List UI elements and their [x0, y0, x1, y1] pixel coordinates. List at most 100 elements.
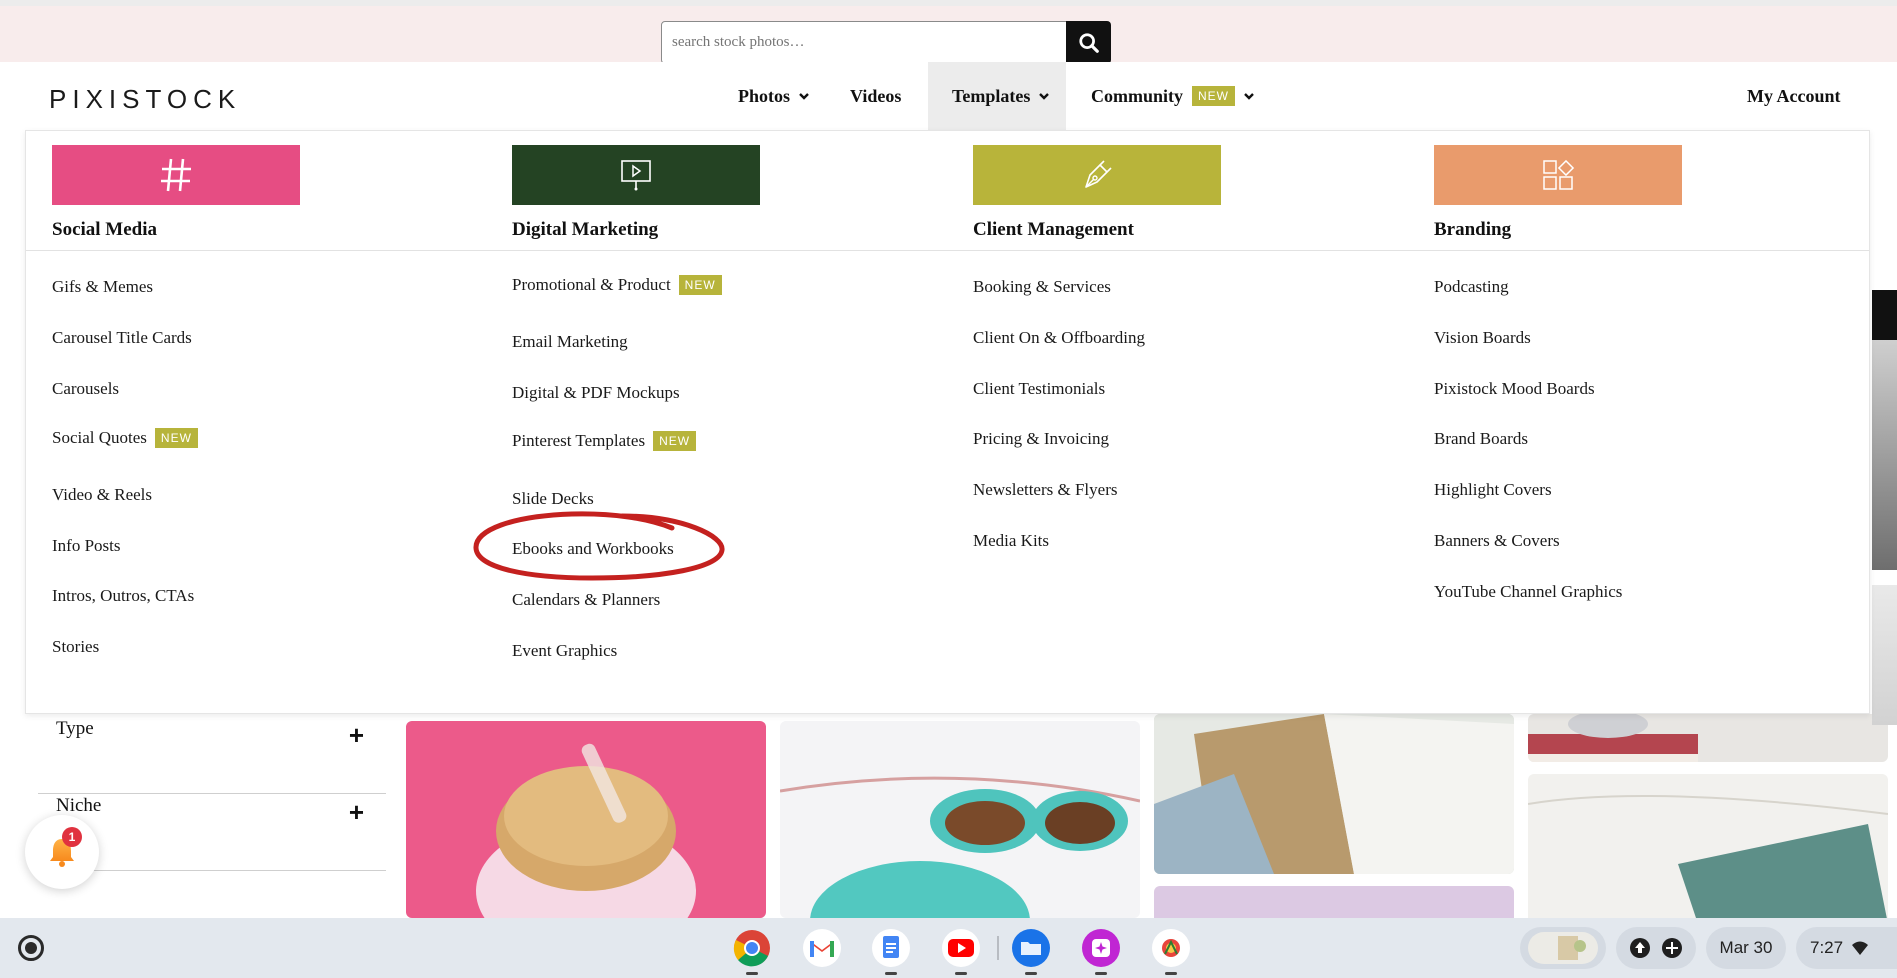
menu-item-booking-services[interactable]: Booking & Services	[973, 277, 1111, 297]
menu-item-youtube-graphics[interactable]: YouTube Channel Graphics	[1434, 582, 1622, 602]
menu-item-label: Video & Reels	[52, 485, 153, 504]
search-strip	[0, 0, 1897, 64]
chrome-icon[interactable]	[732, 928, 772, 975]
search-input[interactable]	[661, 21, 1067, 64]
menu-item-email-marketing[interactable]: Email Marketing	[512, 332, 628, 352]
youtube-icon[interactable]	[941, 928, 981, 975]
menu-item-label: Intros, Outros, CTAs	[52, 586, 195, 605]
menu-item-highlight-covers[interactable]: Highlight Covers	[1434, 480, 1552, 500]
menu-item-pinterest-templates[interactable]: Pinterest Templates NEW	[512, 431, 697, 451]
menu-item-brand-boards[interactable]: Brand Boards	[1434, 429, 1528, 449]
nav-videos[interactable]: Videos	[850, 62, 901, 130]
menu-item-label: Gifs & Memes	[52, 277, 154, 296]
menu-item-podcasting[interactable]: Podcasting	[1434, 277, 1509, 297]
pen-nib-icon	[1085, 160, 1112, 188]
menu-item-mood-boards[interactable]: Pixistock Mood Boards	[1434, 379, 1595, 399]
date-label: Mar 30	[1719, 938, 1773, 957]
menu-item-gifs-memes[interactable]: Gifs & Memes	[52, 277, 153, 297]
branding-tile[interactable]	[1434, 145, 1682, 205]
divider	[26, 250, 1869, 251]
menu-item-label: Calendars & Planners	[512, 590, 661, 609]
menu-item-digital-pdf-mockups[interactable]: Digital & PDF Mockups	[512, 383, 680, 403]
tumbler-photo	[476, 743, 696, 918]
menu-item-stories[interactable]: Stories	[52, 637, 99, 657]
gmail-icon[interactable]	[802, 928, 842, 968]
menu-item-label: Client On & Offboarding	[973, 328, 1146, 347]
photo-thumbnail[interactable]	[780, 721, 1140, 918]
menu-item-label: Social Quotes	[52, 428, 147, 447]
docs-icon[interactable]	[871, 928, 911, 975]
notification-count: 1	[62, 827, 82, 847]
menu-item-banners-covers[interactable]: Banners & Covers	[1434, 531, 1560, 551]
social-media-tile[interactable]	[52, 145, 300, 205]
menu-item-label: Carousels	[52, 379, 120, 398]
column-title[interactable]: Social Media	[52, 219, 157, 241]
thumbnail-icon	[1528, 932, 1598, 964]
date-display[interactable]: Mar 30	[1706, 927, 1786, 969]
photo-thumbnail[interactable]	[1872, 585, 1897, 725]
photo-thumbnail[interactable]	[1528, 714, 1888, 762]
menu-item-info-posts[interactable]: Info Posts	[52, 536, 120, 556]
menu-item-intros-outros-ctas[interactable]: Intros, Outros, CTAs	[52, 586, 194, 606]
menu-item-event-graphics[interactable]: Event Graphics	[512, 641, 617, 661]
search-icon	[1078, 32, 1099, 53]
nav-community[interactable]: Community NEW	[1091, 62, 1255, 130]
files-icon[interactable]	[1011, 928, 1051, 975]
plus-icon[interactable]: +	[349, 720, 364, 751]
extension-icon[interactable]	[1151, 928, 1191, 975]
photo-thumbnail[interactable]	[1154, 714, 1514, 874]
books-photo	[1528, 714, 1698, 762]
sunglasses-photo	[780, 776, 1140, 918]
nav-community-label: Community	[1091, 85, 1184, 106]
digital-marketing-tile[interactable]	[512, 145, 760, 205]
menu-item-client-onboarding[interactable]: Client On & Offboarding	[973, 328, 1145, 348]
menu-item-label: Newsletters & Flyers	[973, 480, 1118, 499]
status-area[interactable]: 7:27	[1796, 927, 1897, 969]
photo-thumbnail[interactable]	[1528, 774, 1888, 924]
menu-item-video-reels[interactable]: Video & Reels	[52, 485, 152, 505]
menu-item-vision-boards[interactable]: Vision Boards	[1434, 328, 1531, 348]
gallery-icon[interactable]	[1081, 928, 1121, 975]
time-label: 7:27	[1810, 938, 1844, 957]
menu-item-pricing-invoicing[interactable]: Pricing & Invoicing	[973, 429, 1109, 449]
chevron-down-icon	[1244, 93, 1254, 100]
nav-templates[interactable]: Templates	[928, 62, 1066, 130]
menu-item-label: Booking & Services	[973, 277, 1111, 296]
plus-icon[interactable]: +	[349, 797, 364, 828]
menu-item-label: Carousel Title Cards	[52, 328, 192, 347]
tray-actions[interactable]	[1616, 927, 1696, 969]
edge-widget[interactable]	[1872, 290, 1897, 340]
launcher-icon[interactable]	[18, 935, 44, 961]
menu-item-social-quotes[interactable]: Social Quotes NEW	[52, 428, 198, 448]
filter-type[interactable]: Type +	[38, 718, 386, 794]
menu-item-carousel-title-cards[interactable]: Carousel Title Cards	[52, 328, 192, 348]
column-title[interactable]: Client Management	[973, 219, 1134, 241]
menu-item-label: Promotional & Product	[512, 275, 671, 294]
upload-icon	[1630, 938, 1650, 958]
menu-item-slide-decks[interactable]: Slide Decks	[512, 489, 594, 509]
client-management-tile[interactable]	[973, 145, 1221, 205]
menu-item-carousels[interactable]: Carousels	[52, 379, 119, 399]
menu-item-newsletters-flyers[interactable]: Newsletters & Flyers	[973, 480, 1117, 500]
menu-item-ebooks-workbooks[interactable]: Ebooks and Workbooks	[512, 539, 674, 559]
search-button[interactable]	[1066, 21, 1111, 64]
menu-item-label: Event Graphics	[512, 641, 618, 660]
menu-item-promotional-product[interactable]: Promotional & Product NEW	[512, 275, 722, 295]
column-title[interactable]: Digital Marketing	[512, 219, 658, 241]
pixistock-logo[interactable]: PIXISTOCK	[49, 84, 241, 115]
menu-item-client-testimonials[interactable]: Client Testimonials	[973, 379, 1105, 399]
templates-mega-menu: Social Media Gifs & Memes Carousel Title…	[25, 130, 1870, 714]
menu-item-media-kits[interactable]: Media Kits	[973, 531, 1049, 551]
column-title[interactable]: Branding	[1434, 219, 1511, 241]
my-account-link[interactable]: My Account	[1747, 62, 1841, 130]
tray-thumbnail[interactable]	[1520, 927, 1606, 969]
menu-item-label: Client Testimonials	[973, 379, 1106, 398]
nav-photos[interactable]: Photos	[738, 62, 820, 130]
photo-thumbnail[interactable]	[1872, 340, 1897, 570]
menu-item-label: Vision Boards	[1434, 328, 1531, 347]
menu-item-calendars-planners[interactable]: Calendars & Planners	[512, 590, 660, 610]
notification-bell[interactable]: 1	[25, 815, 99, 889]
wifi-icon	[1852, 941, 1869, 955]
photo-thumbnail[interactable]	[406, 721, 766, 918]
notebook-photo	[1528, 795, 1888, 924]
